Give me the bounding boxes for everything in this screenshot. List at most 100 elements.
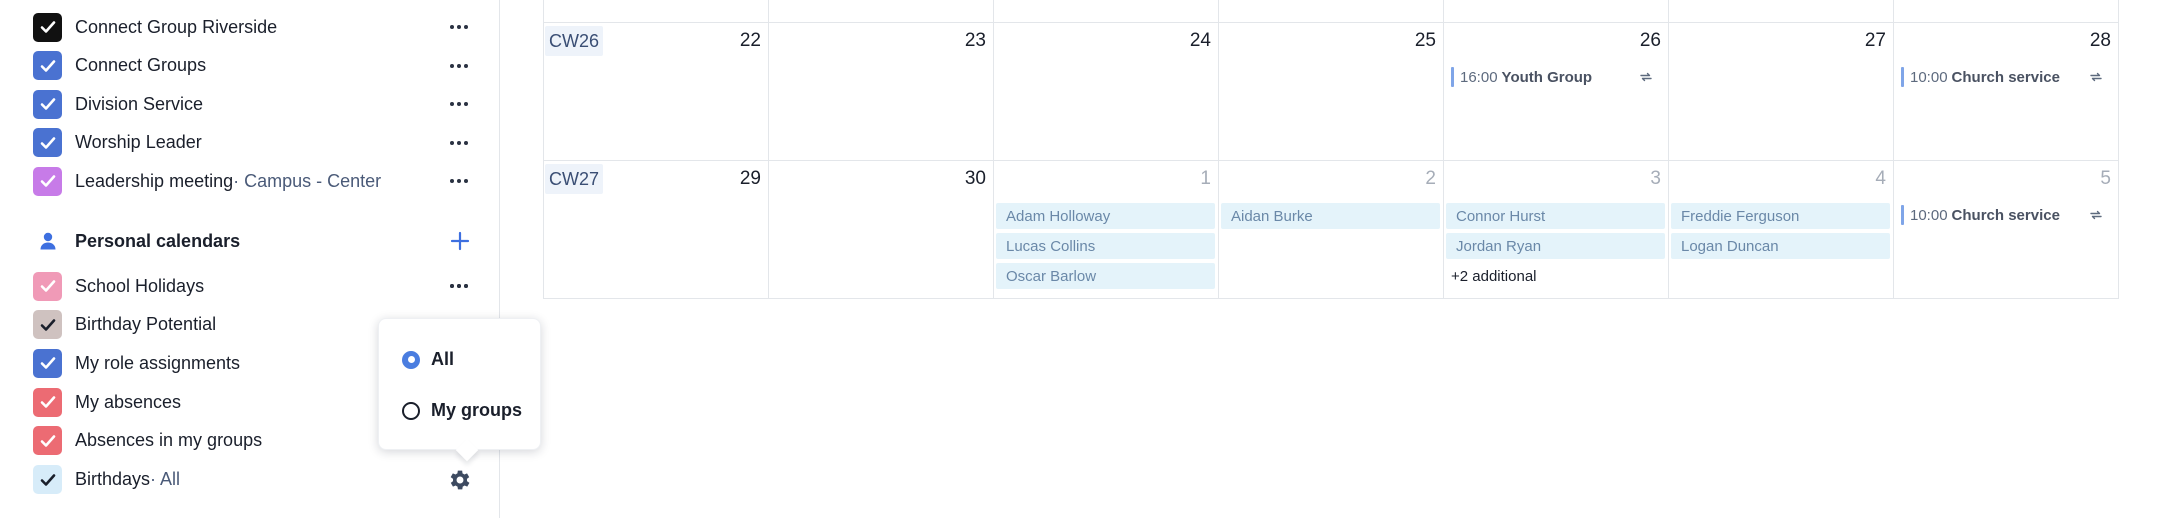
event-time: 16:00 (1460, 68, 1498, 86)
calendar-checkbox[interactable] (33, 128, 62, 157)
calendar-checkbox[interactable] (33, 89, 62, 119)
birthday-entry[interactable]: Logan Duncan (1671, 233, 1890, 259)
calendar-row[interactable]: Worship Leader (33, 128, 473, 158)
birthday-entry[interactable]: Jordan Ryan (1446, 233, 1665, 259)
calendar-checkbox[interactable] (33, 387, 62, 417)
calendar-label: School Holidays (75, 275, 205, 296)
event-color-bar (1901, 205, 1904, 225)
calendar-label: Connect Group Riverside (75, 16, 278, 37)
check-icon (40, 175, 55, 187)
event-title: Church service (1951, 206, 2060, 224)
day-number[interactable]: 23 (946, 30, 986, 52)
calendar-checkbox[interactable] (33, 51, 62, 80)
grid-line (543, 22, 2119, 23)
calendar-label: Birthdays (75, 469, 151, 489)
event-time: 10:00 (1910, 206, 1948, 224)
grid-line (2118, 0, 2119, 298)
birthday-entry[interactable]: Freddie Ferguson (1671, 203, 1890, 229)
check-icon (40, 21, 55, 33)
calendar-label: My absences (75, 391, 182, 412)
check-icon (40, 434, 55, 447)
person-icon (33, 227, 62, 256)
birthday-entry[interactable]: Connor Hurst (1446, 203, 1665, 229)
calendar-row[interactable]: Leadership meeting · Campus - Center (33, 166, 473, 196)
day-number[interactable]: 28 (2071, 30, 2111, 52)
calendar-event[interactable]: 10:00 Church service (1901, 204, 2104, 226)
repeat-icon (2088, 207, 2104, 223)
calendar-checkbox[interactable] (33, 465, 62, 494)
birthday-entry[interactable]: Aidan Burke (1221, 203, 1440, 229)
filter-option-my-groups[interactable]: My groups (402, 400, 522, 421)
repeat-icon (1638, 69, 1654, 85)
day-number[interactable]: 24 (1171, 30, 1211, 52)
calendar-checkbox[interactable] (33, 426, 62, 456)
event-color-bar (1901, 67, 1904, 87)
check-icon (40, 396, 55, 408)
day-number[interactable]: 5 (2071, 168, 2111, 190)
calendar-checkbox[interactable] (33, 348, 62, 378)
birthday-entry[interactable]: Adam Holloway (996, 203, 1215, 229)
grid-line (543, 0, 544, 298)
day-number[interactable]: 2 (1396, 168, 1436, 190)
more-options-icon[interactable] (446, 128, 472, 158)
birthday-entry[interactable]: Oscar Barlow (996, 263, 1215, 289)
grid-line (993, 0, 994, 298)
grid-line (543, 298, 2119, 299)
calendar-row[interactable]: Birthdays · All (33, 465, 473, 495)
personal-calendars-title: Personal calendars (75, 230, 241, 251)
calendar-week-label: CW27 (545, 164, 604, 194)
calendar-label: Division Service (75, 93, 204, 114)
event-time: 10:00 (1910, 68, 1948, 86)
calendar-label: My role assignments (75, 352, 241, 373)
grid-line (1668, 0, 1669, 298)
calendar-checkbox[interactable] (33, 271, 62, 301)
more-options-icon[interactable] (446, 89, 472, 119)
more-options-icon[interactable] (446, 271, 472, 301)
calendar-row[interactable]: Connect Group Riverside (33, 12, 473, 42)
more-options-icon[interactable] (446, 51, 472, 81)
filter-option-all[interactable]: All (402, 349, 454, 370)
day-number[interactable]: 4 (1846, 168, 1886, 190)
calendar-label: Birthday Potential (75, 314, 217, 335)
more-options-icon[interactable] (446, 166, 472, 196)
calendar-checkbox[interactable] (33, 166, 62, 196)
day-number[interactable]: 27 (1846, 30, 1886, 52)
check-icon (40, 357, 55, 370)
grid-line (1218, 0, 1219, 298)
check-icon (40, 280, 55, 292)
event-color-bar (1451, 67, 1454, 87)
calendar-row[interactable]: School Holidays (33, 271, 473, 301)
add-calendar-button[interactable] (447, 228, 473, 254)
check-icon (40, 59, 55, 72)
day-number[interactable]: 30 (946, 168, 986, 190)
calendar-sublabel: · All (150, 469, 181, 489)
grid-line (1443, 0, 1444, 298)
grid-line (1893, 0, 1894, 298)
more-options-icon[interactable] (446, 12, 472, 42)
day-number[interactable]: 3 (1621, 168, 1661, 190)
gear-icon[interactable] (447, 467, 473, 493)
calendar-event[interactable]: 16:00 Youth Group (1451, 66, 1654, 88)
day-number[interactable]: 1 (1171, 168, 1211, 190)
more-entries-link[interactable]: +2 additional (1451, 268, 1537, 285)
day-number[interactable]: 25 (1396, 30, 1436, 52)
day-number[interactable]: 29 (721, 168, 761, 190)
event-title: Youth Group (1501, 68, 1593, 86)
grid-line (543, 160, 2119, 161)
repeat-icon (2088, 69, 2104, 85)
calendar-checkbox[interactable] (33, 12, 62, 42)
calendar-checkbox[interactable] (33, 310, 62, 340)
calendar-row[interactable]: Division Service (33, 89, 473, 119)
calendar-row[interactable]: Connect Groups (33, 51, 473, 81)
event-title: Church service (1951, 68, 2060, 86)
birthday-entry[interactable]: Lucas Collins (996, 233, 1215, 259)
calendar-label: Absences in my groups (75, 430, 263, 451)
day-number[interactable]: 26 (1621, 30, 1661, 52)
day-number[interactable]: 22 (721, 30, 761, 52)
grid-line (768, 0, 769, 298)
check-icon (40, 98, 55, 110)
check-icon (40, 318, 55, 331)
radio-all[interactable] (402, 350, 420, 369)
radio-my-groups[interactable] (402, 401, 420, 420)
calendar-event[interactable]: 10:00 Church service (1901, 66, 2104, 88)
